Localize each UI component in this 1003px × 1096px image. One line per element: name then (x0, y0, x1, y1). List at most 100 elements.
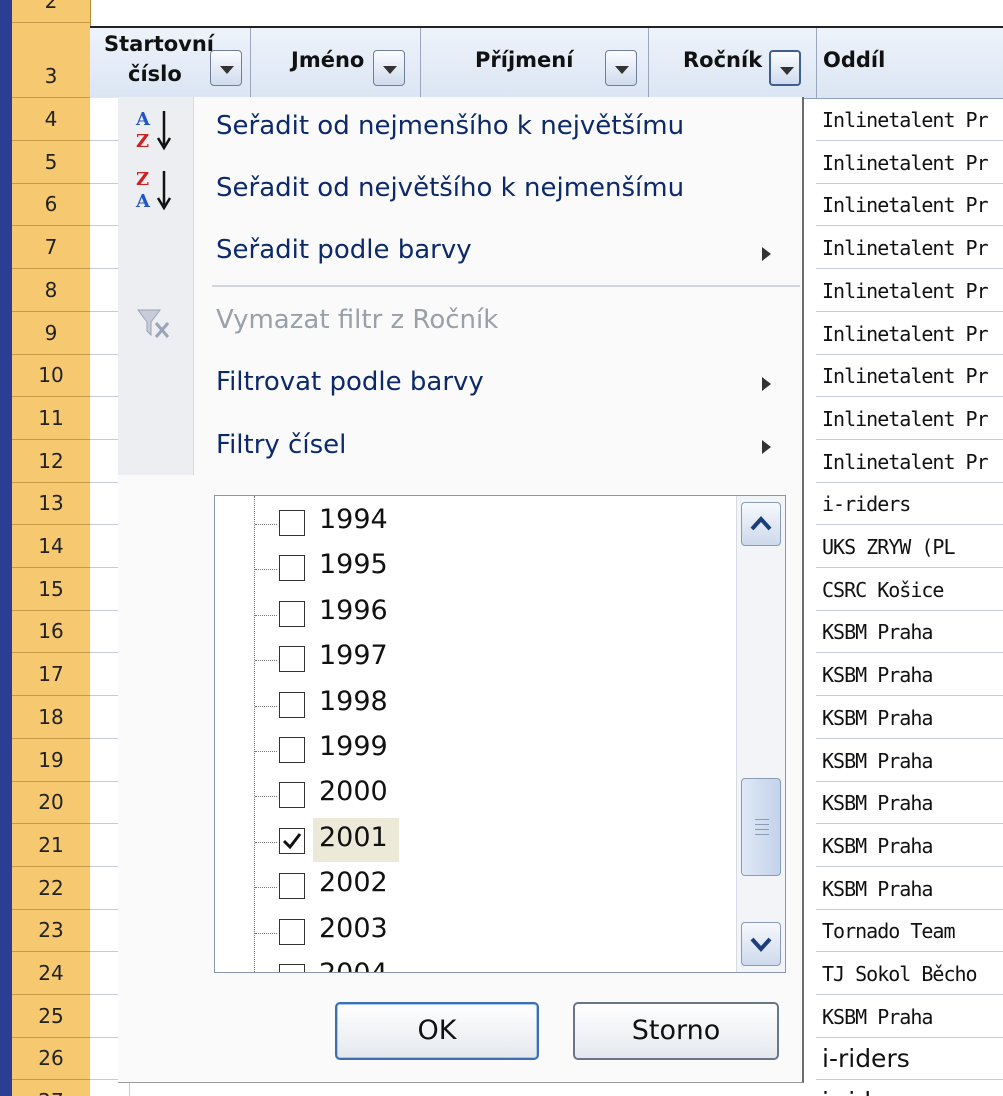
menu-sort-descending[interactable]: Seřadit od největšího k nejmenšímu (216, 173, 684, 203)
tree-branch (255, 705, 277, 707)
checkbox-icon[interactable] (279, 646, 305, 673)
list-item[interactable]: 1998 (215, 682, 735, 728)
oddil-cell[interactable]: KSBM Praha (816, 824, 1003, 867)
row-number[interactable]: 12 (12, 440, 90, 483)
checkbox-icon[interactable] (279, 510, 305, 536)
row-number[interactable]: 10 (12, 354, 90, 398)
row-number[interactable]: 23 (12, 909, 90, 953)
prijmeni-dropdown-icon[interactable] (605, 50, 637, 86)
checkbox-icon[interactable] (279, 555, 305, 582)
row-number[interactable]: 18 (12, 696, 90, 739)
header-jmeno[interactable]: Jméno (250, 28, 421, 98)
tree-branch (255, 751, 277, 752)
header-jmeno-label: Jméno (291, 48, 365, 72)
scroll-up-icon[interactable] (741, 502, 781, 546)
checkbox-icon[interactable] (279, 782, 305, 809)
oddil-cell[interactable]: Inlinetalent Pr (816, 354, 1003, 398)
header-startovni-cislo[interactable]: Startovní číslo (90, 28, 250, 98)
oddil-cell[interactable]: KSBM Praha (816, 739, 1003, 782)
header-prijmeni[interactable]: Příjmení (420, 28, 649, 98)
row-number[interactable]: 5 (12, 141, 90, 184)
row-number[interactable]: 14 (12, 525, 90, 568)
oddil-cell[interactable]: i-riders (816, 482, 1003, 526)
checkbox-icon[interactable] (279, 918, 305, 945)
oddil-cell[interactable]: CSRC Košice (816, 568, 1003, 611)
row-number[interactable]: 9 (12, 312, 90, 355)
row-number[interactable]: 17 (12, 653, 90, 697)
row-number[interactable]: 3 (12, 26, 90, 98)
list-item[interactable]: 1994 (215, 500, 735, 546)
row-number[interactable]: 2 (12, 0, 90, 23)
row-number[interactable]: 20 (12, 781, 90, 825)
svg-text:Z: Z (136, 169, 149, 190)
oddil-cell[interactable]: Inlinetalent Pr (816, 269, 1003, 312)
menu-number-filters[interactable]: Filtry čísel (216, 430, 346, 460)
oddil-cell[interactable]: KSBM Praha (816, 781, 1003, 825)
oddil-cell[interactable]: Inlinetalent Pr (816, 141, 1003, 184)
startovni-dropdown-icon[interactable] (210, 50, 242, 86)
list-item[interactable]: 1996 (215, 591, 735, 637)
list-item[interactable]: 1999 (215, 727, 735, 773)
menu-filter-by-color[interactable]: Filtrovat podle barvy (216, 367, 484, 397)
jmeno-dropdown-icon[interactable] (373, 50, 405, 86)
row-number[interactable]: 8 (12, 269, 90, 312)
oddil-cell[interactable]: Inlinetalent Pr (816, 226, 1003, 270)
clear-filter-icon (137, 309, 170, 338)
checkbox-icon[interactable] (279, 827, 305, 854)
list-item-label: 1995 (319, 549, 388, 581)
checkbox-icon[interactable] (279, 873, 305, 900)
row-number[interactable]: 21 (12, 824, 90, 867)
oddil-cell[interactable]: KSBM Praha (816, 610, 1003, 654)
oddil-cell[interactable]: KSBM Praha (816, 867, 1003, 910)
row-number[interactable]: 6 (12, 183, 90, 227)
row-number[interactable]: 19 (12, 739, 90, 782)
list-item[interactable]: 1997 (215, 636, 735, 682)
checkbox-icon[interactable] (279, 691, 305, 718)
oddil-cell[interactable]: i-riders (816, 1080, 1003, 1096)
list-scrollbar[interactable] (736, 496, 785, 972)
row-number[interactable]: 25 (12, 995, 90, 1038)
checkbox-icon[interactable] (279, 964, 305, 972)
oddil-cell[interactable]: Inlinetalent Pr (816, 98, 1003, 141)
row-number[interactable]: 22 (12, 867, 90, 910)
row-number[interactable]: 4 (12, 98, 90, 141)
row-number[interactable]: 26 (12, 1037, 90, 1081)
row-number[interactable]: 24 (12, 952, 90, 995)
checkbox-icon[interactable] (279, 737, 305, 763)
scroll-thumb[interactable] (741, 778, 781, 876)
oddil-cell[interactable]: Inlinetalent Pr (816, 183, 1003, 227)
oddil-cell[interactable]: Tornado Team (816, 909, 1003, 953)
oddil-cell[interactable]: TJ Sokol Běcho (816, 952, 1003, 995)
list-item[interactable]: 2003 (215, 909, 735, 955)
rocnik-dropdown-icon[interactable] (769, 50, 801, 86)
row-number[interactable]: 15 (12, 568, 90, 611)
header-oddil[interactable]: Oddíl (816, 28, 1003, 98)
row-number[interactable]: 13 (12, 482, 90, 526)
oddil-cell[interactable]: UKS ZRYW (PL (816, 525, 1003, 568)
row-header-column: 2 3 4 5 6 7 8 9 10 11 12 13 14 15 16 17 18 19 20 21 22 23 24 25… (12, 0, 91, 1096)
checkbox-icon[interactable] (279, 600, 305, 627)
menu-sort-by-color[interactable]: Seřadit podle barvy (216, 235, 472, 265)
year-checkbox-list[interactable]: 1994 1995 1996 1997 1998 1999 2000 2001 2002 2003… (214, 495, 786, 973)
oddil-cell[interactable]: i-riders (816, 1037, 1003, 1081)
list-item[interactable]: 1995 (215, 545, 735, 591)
header-rocnik[interactable]: Ročník (648, 28, 817, 98)
oddil-cell[interactable]: Inlinetalent Pr (816, 397, 1003, 440)
ok-button[interactable]: OK (335, 1002, 539, 1060)
cancel-button[interactable]: Storno (573, 1002, 779, 1060)
oddil-cell[interactable]: KSBM Praha (816, 696, 1003, 739)
oddil-cell[interactable]: Inlinetalent Pr (816, 440, 1003, 483)
oddil-cell[interactable]: KSBM Praha (816, 995, 1003, 1038)
oddil-cell[interactable]: KSBM Praha (816, 653, 1003, 697)
row-number[interactable]: 16 (12, 610, 90, 654)
oddil-cell[interactable]: Inlinetalent Pr (816, 312, 1003, 355)
menu-sort-ascending[interactable]: Seřadit od nejmenšího k největšímu (216, 111, 684, 141)
scroll-down-icon[interactable] (741, 922, 781, 966)
row-number[interactable]: 27 (12, 1080, 90, 1096)
row-number[interactable]: 7 (12, 226, 90, 270)
list-item[interactable]: 2004 (215, 954, 735, 972)
list-item[interactable]: 2002 (215, 863, 735, 909)
list-item[interactable]: 2000 (215, 772, 735, 818)
list-item[interactable]: 2001 (215, 817, 735, 864)
row-number[interactable]: 11 (12, 397, 90, 440)
